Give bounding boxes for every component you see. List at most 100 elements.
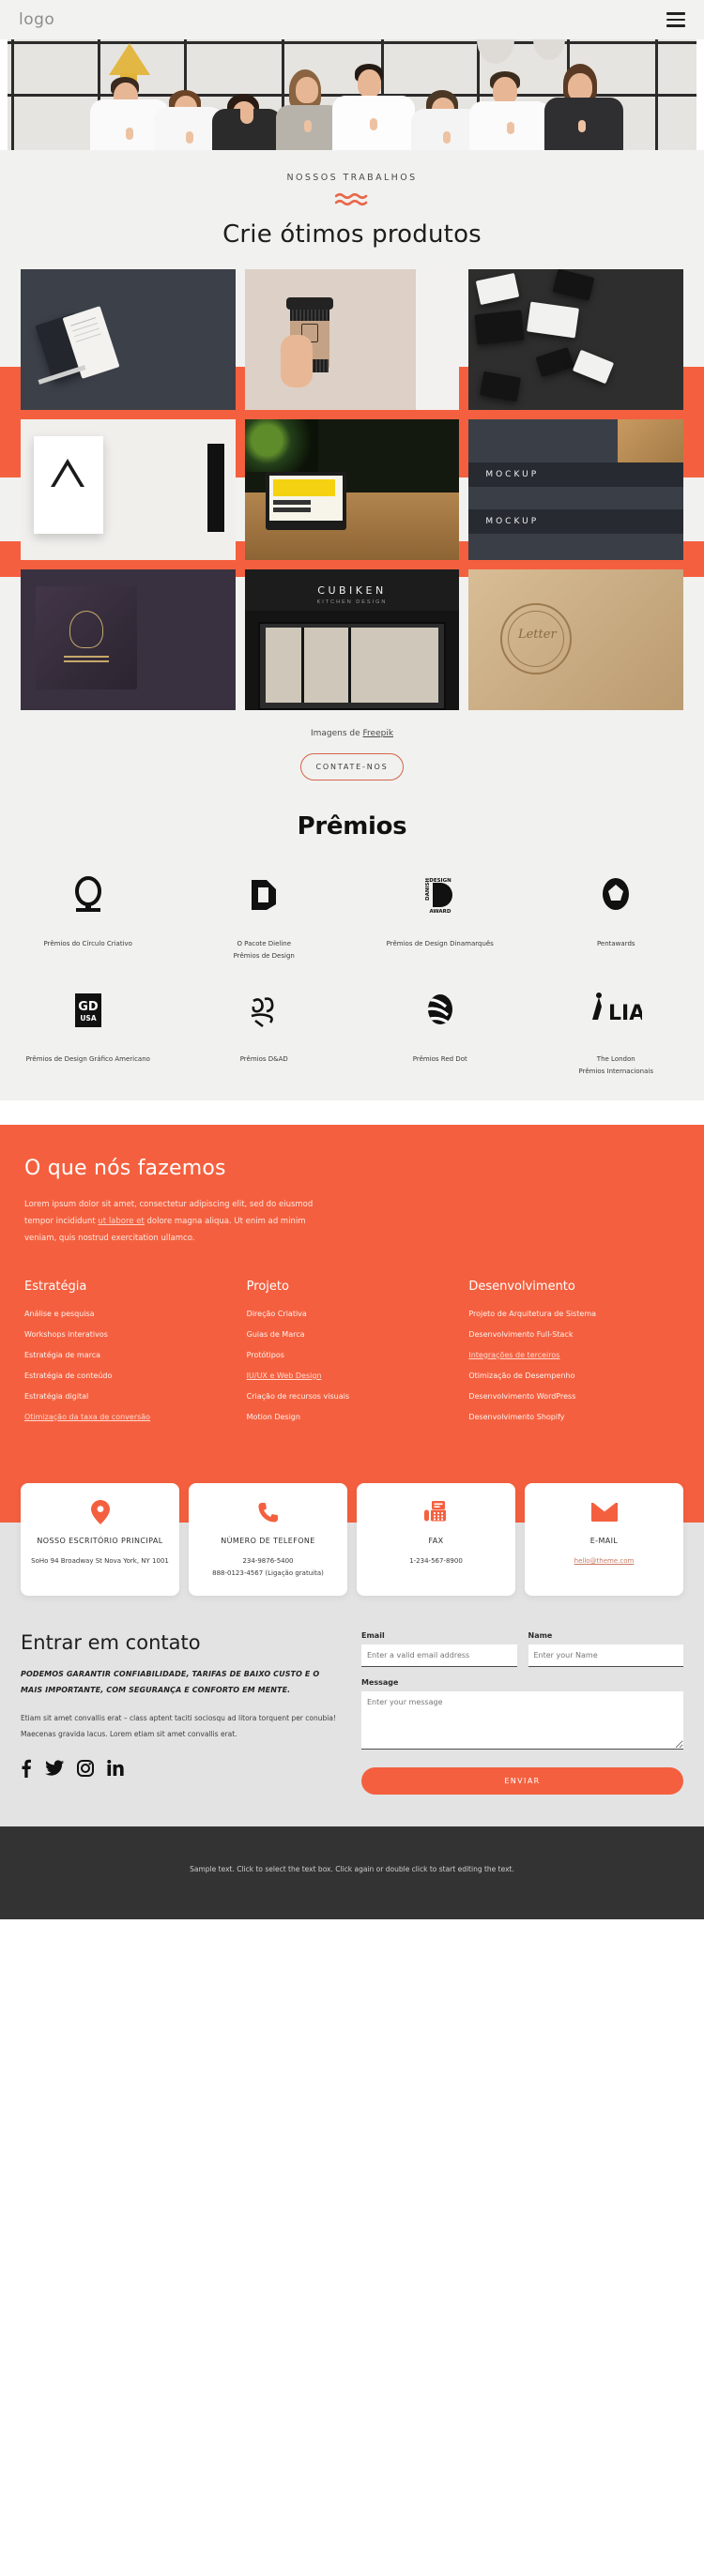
contact-card-email[interactable]: E-MAIL hello@theme.com bbox=[525, 1482, 683, 1596]
service-item[interactable]: Estratégia de marca bbox=[24, 1351, 236, 1359]
services-lead-link[interactable]: ut labore et bbox=[98, 1217, 144, 1226]
service-item[interactable]: Estratégia de conteúdo bbox=[24, 1371, 236, 1380]
award-item[interactable]: DESIGN DANISH AWARD Prêmios de Design Di… bbox=[352, 872, 528, 963]
award-item[interactable]: LIA The London Prêmios Internacionais bbox=[528, 988, 704, 1079]
gallery-tile[interactable] bbox=[21, 419, 236, 560]
contact-card-office[interactable]: NOSSO ESCRITÓRIO PRINCIPAL SoHo 94 Broad… bbox=[21, 1482, 179, 1596]
site-logo[interactable]: logo bbox=[19, 10, 54, 29]
svg-text:GD: GD bbox=[78, 1000, 99, 1014]
message-field-wrap: Message bbox=[361, 1678, 683, 1754]
message-label: Message bbox=[361, 1677, 399, 1687]
submit-button[interactable]: ENVIAR bbox=[361, 1766, 683, 1795]
svg-text:LIA: LIA bbox=[608, 1002, 642, 1025]
award-label: Prêmios de Design Gráfico Americano bbox=[25, 1054, 150, 1063]
card-text: 1-234-567-8900 bbox=[409, 1557, 463, 1566]
award-label: Pentawards bbox=[596, 940, 635, 947]
services-column-development: Desenvolvimento Projeto de Arquitetura d… bbox=[468, 1280, 680, 1434]
contact-card-phone[interactable]: NÚMERO DE TELEFONE 234-9876-5400 888-012… bbox=[189, 1482, 347, 1596]
top-navbar: logo bbox=[0, 0, 704, 39]
award-item[interactable]: Prêmios Red Dot bbox=[352, 988, 528, 1079]
column-heading: Projeto bbox=[246, 1279, 289, 1294]
hamburger-bar bbox=[666, 24, 685, 27]
award-item[interactable]: Prêmios do Círculo Criativo bbox=[0, 872, 176, 963]
name-input[interactable] bbox=[528, 1644, 683, 1667]
awards-row-1: Prêmios do Círculo Criativo O Pacote Die… bbox=[0, 872, 704, 963]
gallery-tile[interactable]: CUBIKEN KITCHEN DESIGN bbox=[244, 569, 460, 710]
contact-cards-band: NOSSO ESCRITÓRIO PRINCIPAL SoHo 94 Broad… bbox=[0, 1462, 704, 1616]
gallery-tile[interactable]: MOCKUP MOCKUP bbox=[468, 419, 683, 560]
gallery-tile[interactable] bbox=[244, 419, 460, 560]
contact-card-fax[interactable]: FAX 1-234-567-8900 bbox=[357, 1482, 515, 1596]
award-item[interactable]: O Pacote Dieline Prêmios de Design bbox=[176, 872, 353, 963]
service-item[interactable]: Projeto de Arquitetura de Sistema bbox=[468, 1310, 680, 1318]
card-title: NÚMERO DE TELEFONE bbox=[221, 1536, 315, 1545]
service-item[interactable]: Motion Design bbox=[247, 1413, 458, 1421]
award-label: O Pacote Dieline Prêmios de Design bbox=[233, 940, 295, 961]
name-field-wrap: Name bbox=[528, 1630, 683, 1667]
service-item[interactable]: Criação de recursos visuais bbox=[247, 1392, 458, 1401]
email-field-wrap: Email bbox=[361, 1631, 517, 1667]
social-links bbox=[21, 1759, 343, 1782]
service-list: Direção Criativa Guias de Marca Protótip… bbox=[247, 1310, 458, 1421]
danish-design-award-icon: DESIGN DANISH AWARD bbox=[358, 872, 523, 917]
award-item[interactable]: Prêmios D&AD bbox=[176, 988, 353, 1079]
contact-title: Entrar em contato bbox=[21, 1630, 201, 1654]
service-item[interactable]: Otimização de Desempenho bbox=[468, 1371, 680, 1380]
service-item-link[interactable]: Otimização da taxa de conversão bbox=[24, 1413, 236, 1421]
award-label: Prêmios Red Dot bbox=[412, 1054, 467, 1063]
service-item[interactable]: Workshops interativos bbox=[24, 1330, 236, 1339]
award-item[interactable]: Pentawards bbox=[528, 872, 704, 963]
gallery-tile[interactable] bbox=[468, 269, 683, 410]
gallery-tile[interactable] bbox=[21, 269, 236, 410]
twitter-icon[interactable] bbox=[45, 1760, 65, 1781]
service-item[interactable]: Direção Criativa bbox=[247, 1310, 458, 1318]
hamburger-icon[interactable] bbox=[666, 12, 685, 27]
gallery: MOCKUP MOCKUP CUBIKEN KITCHEN DESIGN Lett… bbox=[0, 269, 704, 716]
image-credit-prefix: Imagens de bbox=[310, 729, 363, 738]
award-item[interactable]: GD USA Prêmios de Design Gráfico American… bbox=[0, 988, 176, 1079]
card-text: 234-9876-5400 888-0123-4567 (Ligação gra… bbox=[212, 1557, 324, 1577]
gallery-tile[interactable] bbox=[21, 569, 236, 710]
svg-text:USA: USA bbox=[80, 1014, 96, 1023]
service-item[interactable]: Desenvolvimento Full-Stack bbox=[468, 1330, 680, 1339]
instagram-icon[interactable] bbox=[77, 1760, 94, 1781]
envelope-icon bbox=[532, 1498, 676, 1526]
service-item[interactable]: Guias de Marca bbox=[247, 1330, 458, 1339]
svg-text:DANISH: DANISH bbox=[425, 878, 431, 901]
site-footer: Sample text. Click to select the text bo… bbox=[0, 1826, 704, 1920]
prizes-section: Prêmios Prêmios do Círculo Criativo O Pa… bbox=[0, 780, 704, 1101]
service-item-link[interactable]: Integrações de terceiros bbox=[468, 1351, 680, 1359]
wave-divider-icon bbox=[335, 192, 368, 206]
service-item-link[interactable]: IU/UX e Web Design bbox=[247, 1371, 458, 1380]
award-label: Prêmios de Design Dinamarquês bbox=[386, 940, 494, 947]
gallery-tile[interactable]: Letter bbox=[468, 569, 683, 710]
facebook-icon[interactable] bbox=[21, 1759, 32, 1782]
email-link[interactable]: hello@theme.com bbox=[574, 1557, 635, 1565]
message-textarea[interactable] bbox=[361, 1690, 683, 1750]
contact-section: Entrar em contato PODEMOS GARANTIR CONFI… bbox=[0, 1615, 704, 1826]
svg-text:DESIGN: DESIGN bbox=[429, 878, 451, 884]
email-input[interactable] bbox=[361, 1644, 517, 1667]
service-item[interactable]: Análise e pesquisa bbox=[24, 1310, 236, 1318]
lia-icon: LIA bbox=[534, 988, 699, 1033]
service-item[interactable]: Estratégia digital bbox=[24, 1392, 236, 1401]
hamburger-bar bbox=[666, 12, 685, 15]
hamburger-bar bbox=[666, 18, 685, 22]
services-title: O que nós fazemos bbox=[24, 1157, 226, 1181]
freepik-link[interactable]: Freepik bbox=[363, 729, 394, 738]
service-item[interactable]: Desenvolvimento WordPress bbox=[468, 1392, 680, 1401]
footer-text: Sample text. Click to select the text bo… bbox=[190, 1864, 514, 1873]
svg-text:AWARD: AWARD bbox=[429, 909, 451, 915]
column-heading: Estratégia bbox=[24, 1279, 87, 1294]
map-pin-icon bbox=[28, 1498, 172, 1526]
gallery-tile[interactable] bbox=[244, 269, 460, 410]
contact-us-button[interactable]: CONTATE-NOS bbox=[300, 753, 404, 780]
dieline-d-icon bbox=[182, 872, 347, 917]
services-column-strategy: Estratégia Análise e pesquisa Workshops … bbox=[24, 1280, 236, 1434]
service-item[interactable]: Protótipos bbox=[247, 1351, 458, 1359]
name-label: Name bbox=[528, 1630, 553, 1640]
linkedin-icon[interactable] bbox=[107, 1760, 124, 1781]
awards-row-2: GD USA Prêmios de Design Gráfico American… bbox=[0, 988, 704, 1079]
service-item[interactable]: Desenvolvimento Shopify bbox=[468, 1413, 680, 1421]
services-column-design: Projeto Direção Criativa Guias de Marca … bbox=[247, 1280, 458, 1434]
